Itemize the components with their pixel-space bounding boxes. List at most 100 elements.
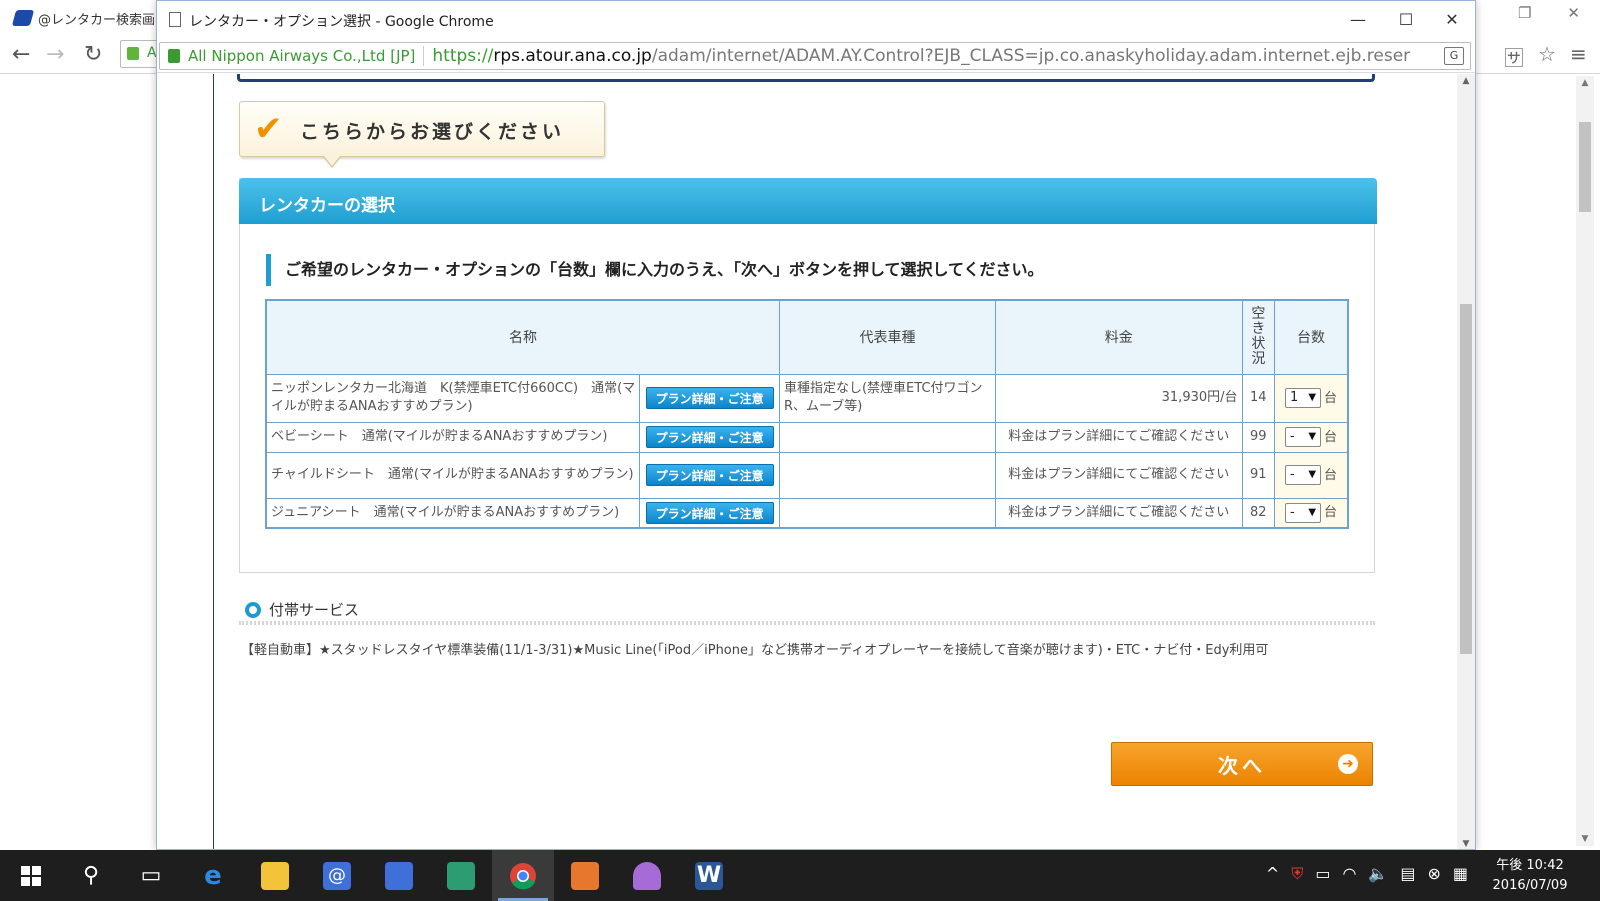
plan-detail-button[interactable]: プラン詳細・ご注意	[645, 464, 774, 486]
chevron-up-icon[interactable]: ^	[1266, 864, 1279, 884]
quantity-cell: - ▼ 台	[1274, 451, 1349, 499]
onenote-app-icon[interactable]	[616, 850, 678, 901]
store-app-icon[interactable]	[430, 850, 492, 901]
search-icon[interactable]: ⚲	[60, 850, 122, 901]
ev-certificate-org: All Nippon Airways Co.,Ltd [JP]	[188, 47, 416, 65]
lock-icon	[127, 47, 139, 60]
row-availability: 99	[1241, 421, 1276, 453]
wifi-icon[interactable]: ◠	[1342, 864, 1356, 884]
scroll-down-icon[interactable]: ▼	[1576, 834, 1594, 844]
chrome-logo-icon	[510, 862, 536, 889]
quantity-unit: 台	[1324, 390, 1338, 406]
background-scrollbar[interactable]: ▲ ▼	[1576, 76, 1594, 846]
document-icon	[169, 12, 181, 27]
quantity-value: -	[1290, 467, 1295, 482]
back-arrow-icon[interactable]: ←	[12, 42, 30, 67]
aux-service-note: 【軽自動車】★スタッドレスタイヤ標準装備(11/1-3/31)★Music Li…	[241, 643, 1269, 658]
plan-detail-button[interactable]: プラン詳細・ご注意	[645, 426, 774, 448]
row-availability: 91	[1241, 451, 1276, 499]
taskbar-clock[interactable]: 午後 10:42 2016/07/09	[1480, 856, 1580, 896]
plan-button-cell: プラン詳細・ご注意	[639, 421, 780, 453]
forward-arrow-icon[interactable]: →	[46, 42, 64, 67]
plan-detail-button[interactable]: プラン詳細・ご注意	[645, 501, 774, 524]
chrome-app-icon[interactable]	[492, 850, 554, 901]
quantity-select[interactable]: 1 ▼	[1285, 388, 1322, 408]
antivirus-icon[interactable]: ⛨	[1291, 864, 1303, 884]
dotted-divider	[239, 621, 1375, 625]
maximize-icon[interactable]: ☐	[1383, 7, 1429, 33]
background-tab-title: @レンタカー検索画	[38, 12, 156, 28]
popup-addressbar: All Nippon Airways Co.,Ltd [JP] https://…	[157, 39, 1475, 73]
plan-detail-button[interactable]: プラン詳細・ご注意	[645, 387, 774, 409]
edge-browser-icon[interactable]: e	[182, 850, 244, 901]
dropdown-arrow-icon: ▼	[1308, 506, 1317, 518]
popup-scrollbar[interactable]: ▲ ▼	[1457, 74, 1475, 849]
panel-title: レンタカーの選択	[259, 196, 395, 216]
file-explorer-icon[interactable]	[244, 850, 306, 901]
popup-scroll-thumb[interactable]	[1460, 304, 1472, 654]
scroll-up-icon[interactable]: ▲	[1576, 78, 1594, 88]
column-header-availability: 空き状況	[1241, 299, 1276, 375]
scroll-up-icon[interactable]: ▲	[1457, 76, 1475, 86]
quantity-select[interactable]: - ▼	[1285, 427, 1322, 447]
plan-button-cell: プラン詳細・ご注意	[639, 497, 780, 529]
background-scroll-thumb[interactable]	[1579, 122, 1591, 212]
quantity-unit: 台	[1324, 467, 1338, 483]
arrow-right-circle-icon: ➜	[1338, 754, 1358, 774]
star-icon[interactable]: ☆	[1538, 42, 1556, 71]
row-price: 料金はプラン詳細にてご確認ください	[994, 451, 1243, 499]
minimize-icon[interactable]: —	[1335, 7, 1381, 33]
background-omnibox[interactable]: A	[120, 40, 160, 68]
notification-icon[interactable]: ▤	[1400, 864, 1415, 884]
battery-icon[interactable]: ▭	[1315, 864, 1330, 884]
volume-icon[interactable]: 🔈	[1368, 864, 1388, 884]
start-windows-icon[interactable]	[0, 850, 62, 901]
restore-icon[interactable]: ❐	[1518, 4, 1531, 22]
word-app-icon[interactable]: W	[678, 850, 740, 901]
address-field[interactable]: All Nippon Airways Co.,Ltd [JP] https://…	[159, 42, 1471, 70]
column-header-name: 名称	[265, 299, 780, 375]
translate-icon[interactable]: 🈂	[1504, 42, 1524, 71]
row-price: 料金はプラン詳細にてご確認ください	[994, 497, 1243, 529]
task-view-icon[interactable]: ▭	[120, 850, 182, 901]
window-tile-icon	[447, 861, 475, 890]
next-button-label: 次へ	[1218, 753, 1266, 778]
row-car-type	[778, 451, 996, 499]
reload-icon[interactable]: ↻	[84, 42, 102, 67]
row-availability: 82	[1241, 497, 1276, 529]
menu-icon[interactable]: ≡	[1570, 42, 1587, 71]
quantity-select[interactable]: - ▼	[1285, 502, 1322, 523]
row-name: チャイルドシート 通常(マイルが貯まるANAおすすめプラン)	[265, 451, 641, 499]
popup-titlebar: レンタカー・オプション選択 - Google Chrome — ☐ ✕	[157, 1, 1475, 39]
dismiss-icon[interactable]: ⊗	[1427, 864, 1440, 884]
table-row: ニッポンレンタカー北海道 K(禁煙車ETC付660CC) 通常(マイルが貯まるA…	[265, 373, 1349, 423]
quantity-cell: - ▼ 台	[1274, 497, 1349, 529]
background-toolbar-icons: 🈂 ☆ ≡	[1504, 42, 1587, 71]
plan-button-cell: プラン詳細・ご注意	[639, 373, 780, 423]
media-player-icon[interactable]	[554, 850, 616, 901]
row-price: 料金はプラン詳細にてご確認ください	[994, 421, 1243, 453]
callout-text: こちらからお選びください	[300, 121, 565, 143]
calendar-app-icon[interactable]	[368, 850, 430, 901]
quantity-cell: - ▼ 台	[1274, 421, 1349, 453]
ime-icon[interactable]: ▦	[1453, 864, 1468, 884]
folder-icon	[261, 861, 289, 890]
at-menu-icon[interactable]: @	[306, 850, 368, 901]
quantity-select[interactable]: - ▼	[1285, 465, 1322, 485]
url-path: /adam/internet/ADAM.AY.Control?EJB_CLASS…	[651, 46, 1411, 66]
close-icon[interactable]: ✕	[1429, 7, 1475, 33]
windows-logo-icon	[21, 865, 41, 886]
scroll-down-icon[interactable]: ▼	[1457, 839, 1475, 849]
next-button[interactable]: 次へ ➜	[1111, 742, 1373, 786]
background-window-controls: ❐ ✕	[1518, 4, 1580, 22]
instruction-text: ご希望のレンタカー・オプションの「台数」欄に入力のうえ、「次へ」ボタンを押して選…	[266, 254, 1044, 286]
translate-icon[interactable]: G	[1444, 47, 1464, 65]
row-car-type	[778, 497, 996, 529]
background-tab[interactable]: @レンタカー検索画	[11, 4, 164, 32]
rentacar-selection-panel: レンタカーの選択 ご希望のレンタカー・オプションの「台数」欄に入力のうえ、「次へ…	[239, 178, 1377, 573]
close-icon[interactable]: ✕	[1567, 4, 1580, 22]
rentacar-table: 名称 代表車種 料金 空き状況 台数 ニッポンレンタカー北海道 K(禁煙車ETC…	[265, 299, 1349, 529]
page-content: ✔ こちらからお選びください レンタカーの選択 ご希望のレンタカー・オプションの…	[157, 74, 1459, 849]
row-name: ベビーシート 通常(マイルが貯まるANAおすすめプラン)	[265, 421, 641, 453]
dropdown-arrow-icon: ▼	[1308, 469, 1317, 480]
